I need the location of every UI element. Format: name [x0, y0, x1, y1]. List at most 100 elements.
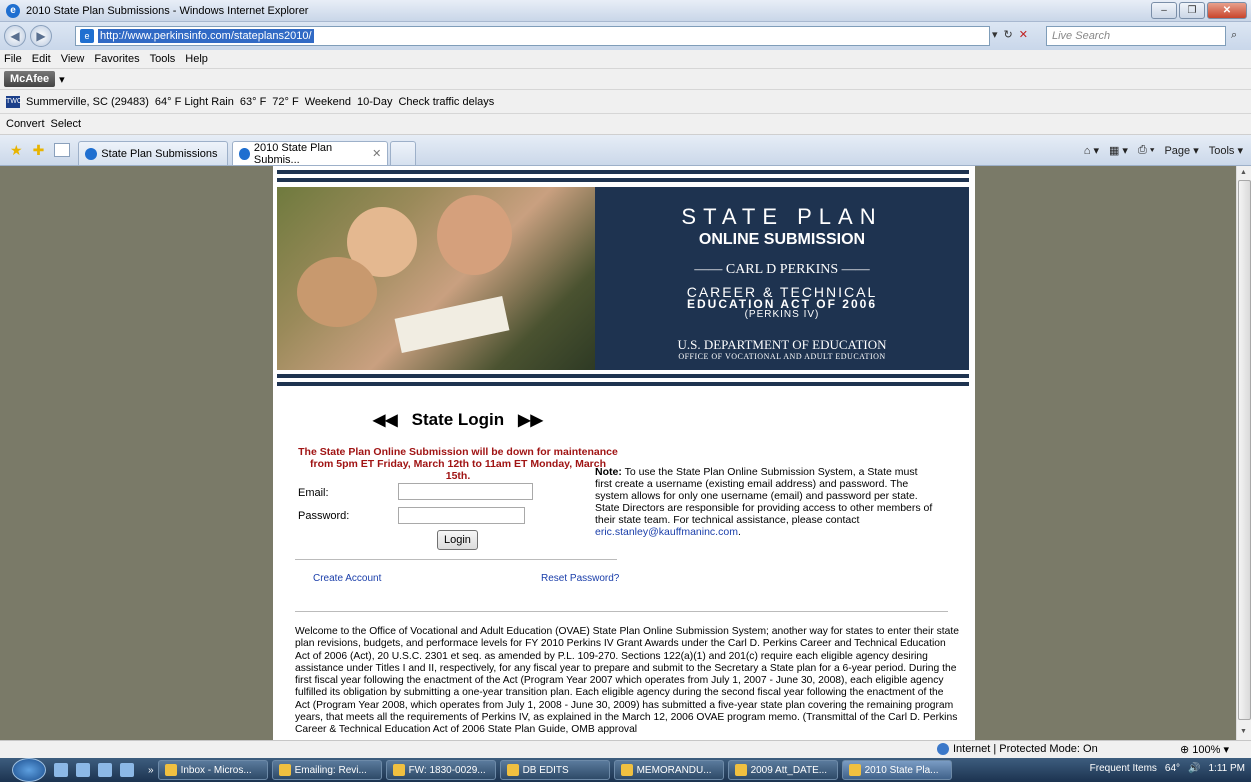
scrollbar-thumb[interactable] [1238, 180, 1251, 720]
home-icon[interactable]: ⌂ ▾ [1084, 144, 1099, 157]
login-title: State Login [411, 410, 505, 429]
status-bar: Internet | Protected Mode: On ⊕ 100% ▾ [0, 740, 1251, 758]
refresh-icon[interactable]: ↻ [1004, 28, 1013, 41]
reset-password-link[interactable]: Reset Password? [541, 573, 619, 584]
page-menu-label: Page [1164, 145, 1191, 157]
taskbar-item[interactable]: MEMORANDU... [613, 760, 724, 780]
note-end: . [737, 526, 741, 538]
taskbar-item-label: Inbox - Micros... [180, 764, 252, 776]
select-button[interactable]: Select [51, 118, 82, 130]
taskbar-item[interactable]: 2009 Att_DATE... [727, 760, 838, 780]
taskbar-item[interactable]: Inbox - Micros... [157, 760, 268, 780]
zoom-level[interactable]: ⊕ 100% ▾ [1180, 743, 1229, 756]
tools-menu[interactable]: Tools ▾ [1209, 144, 1243, 157]
ie-quicklaunch-icon[interactable] [76, 763, 90, 777]
login-button[interactable]: Login [437, 530, 478, 550]
back-button[interactable]: ◀ [4, 25, 26, 47]
media-quicklaunch-icon[interactable] [120, 763, 134, 777]
frequent-items[interactable]: Frequent Items [1090, 763, 1157, 774]
weather-10-day[interactable]: 10-Day [357, 96, 392, 108]
support-email-link[interactable]: eric.stanley@kauffmaninc.com [595, 526, 738, 538]
taskbar-item-label: FW: 1830-0029... [408, 764, 486, 776]
menu-help[interactable]: Help [185, 53, 208, 65]
taskbar-item[interactable]: FW: 1830-0029... [385, 760, 496, 780]
search-input[interactable]: Live Search [1046, 26, 1226, 46]
minimize-button[interactable]: – [1151, 2, 1177, 19]
address-field[interactable]: e http://www.perkinsinfo.com/stateplans2… [75, 26, 990, 46]
page-menu[interactable]: Page ▾ [1164, 144, 1198, 157]
password-field[interactable] [398, 507, 525, 524]
show-desktop-icon[interactable] [54, 763, 68, 777]
tab-2010-state-plan[interactable]: 2010 State Plan Submis... ✕ [232, 141, 389, 166]
create-account-link[interactable]: Create Account [313, 573, 381, 584]
address-toolbar: ◀ ▶ e http://www.perkinsinfo.com/statepl… [0, 22, 1251, 50]
quick-tabs-icon[interactable] [54, 143, 71, 157]
taskbar-item[interactable]: DB EDITS [499, 760, 610, 780]
vertical-scrollbar[interactable]: ▲ ▼ [1236, 166, 1251, 740]
feeds-icon[interactable]: ▦ ▾ [1109, 144, 1128, 157]
welcome-text: Welcome to the Office of Vocational and … [295, 626, 959, 736]
weather-current[interactable]: 64° F Light Rain [155, 96, 234, 108]
weather-traffic[interactable]: Check traffic delays [398, 96, 494, 108]
add-favorites-icon[interactable]: ✚ [33, 142, 45, 159]
mcafee-button[interactable]: McAfee [4, 71, 56, 87]
taskbar-item-label: DB EDITS [522, 764, 569, 776]
menu-tools[interactable]: Tools [150, 53, 176, 65]
menu-view[interactable]: View [61, 53, 85, 65]
favorites-star-icon[interactable]: ★ [10, 142, 23, 159]
quicklaunch-overflow-icon[interactable]: » [148, 765, 154, 776]
maintenance-notice: The State Plan Online Submission will be… [298, 446, 618, 482]
page-viewport: STATE PLAN ONLINE SUBMISSION —— CARL D P… [0, 166, 1236, 740]
clock[interactable]: 1:11 PM [1209, 763, 1246, 774]
menu-file[interactable]: File [4, 53, 22, 65]
volume-icon[interactable]: 🔊 [1188, 763, 1200, 774]
search-icon[interactable]: ⌕ [1231, 29, 1237, 42]
new-tab-button[interactable] [390, 141, 417, 165]
mcafee-dropdown-icon[interactable]: ▾ [59, 73, 65, 86]
print-icon[interactable]: ⎙ ▾ [1138, 144, 1154, 157]
password-label: Password: [298, 510, 350, 522]
taskbar: » Inbox - Micros... Emailing: Revi... FW… [0, 758, 1251, 782]
start-button[interactable] [12, 758, 46, 782]
stop-icon[interactable]: ✕ [1019, 28, 1028, 41]
security-zone[interactable]: Internet | Protected Mode: On [953, 743, 1098, 755]
taskbar-item-active[interactable]: 2010 State Pla... [841, 760, 952, 780]
address-dropdown-icon[interactable]: ▾ [992, 28, 998, 41]
taskbar-item-label: MEMORANDU... [636, 764, 712, 776]
students-photo [277, 187, 595, 370]
forward-button[interactable]: ▶ [30, 25, 52, 47]
tray-weather-temp[interactable]: 64° [1165, 763, 1180, 774]
menu-bar: File Edit View Favorites Tools Help [0, 50, 1251, 69]
email-field[interactable] [398, 483, 533, 500]
zoom-value: 100% [1192, 744, 1221, 756]
convert-button[interactable]: Convert [6, 118, 45, 130]
taskbar-item-label: 2010 State Pla... [864, 764, 939, 776]
header-stripe-top [277, 170, 969, 174]
internet-zone-icon [937, 743, 949, 755]
quicklaunch-icon[interactable] [98, 763, 112, 777]
address-url[interactable]: http://www.perkinsinfo.com/stateplans201… [98, 29, 314, 43]
scroll-down-icon[interactable]: ▼ [1240, 728, 1247, 735]
header-stripe-4 [277, 382, 969, 386]
tab-label: 2010 State Plan Submis... [253, 141, 333, 166]
menu-edit[interactable]: Edit [32, 53, 51, 65]
weather-location[interactable]: Summerville, SC (29483) [26, 96, 149, 108]
header-stripe-3 [277, 374, 969, 378]
maximize-button[interactable]: ❐ [1179, 2, 1205, 19]
banner-act-name-text: CARL D PERKINS [725, 262, 839, 277]
tab-favicon-icon [85, 147, 98, 160]
banner-perkins-iv: (PERKINS IV) [744, 309, 820, 320]
header-stripe-2 [277, 178, 969, 182]
menu-favorites[interactable]: Favorites [94, 53, 139, 65]
banner-act-name: —— CARL D PERKINS —— [694, 262, 870, 277]
close-tab-icon[interactable]: ✕ [372, 147, 381, 160]
taskbar-item[interactable]: Emailing: Revi... [271, 760, 382, 780]
weather-temp-3[interactable]: 72° F [272, 96, 298, 108]
weather-temp-2[interactable]: 63° F [240, 96, 266, 108]
tab-favicon-icon [239, 147, 250, 160]
weather-weekend[interactable]: Weekend [305, 96, 351, 108]
tab-state-plan-submissions[interactable]: State Plan Submissions [78, 141, 229, 165]
email-label: Email: [298, 487, 329, 499]
scroll-up-icon[interactable]: ▲ [1240, 169, 1247, 176]
close-window-button[interactable]: ✕ [1207, 2, 1247, 19]
